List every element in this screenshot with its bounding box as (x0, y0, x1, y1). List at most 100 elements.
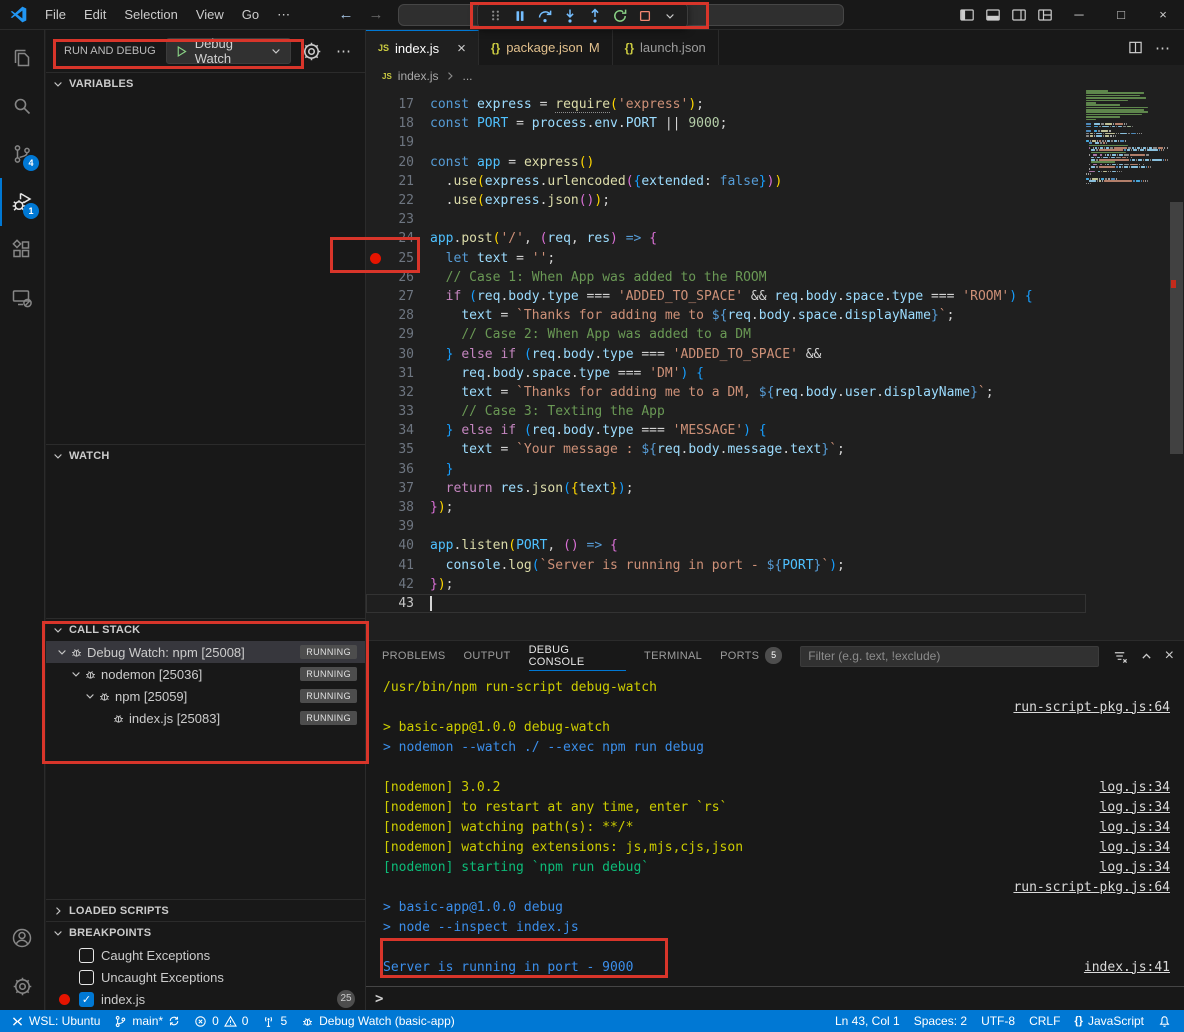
debug-session-indicator[interactable]: Debug Watch (basic-app) (294, 1010, 462, 1032)
call-stack-row[interactable]: index.js [25083]RUNNING (46, 707, 365, 729)
accounts-button[interactable] (0, 914, 44, 962)
language-mode[interactable]: {}JavaScript (1067, 1010, 1151, 1032)
breakpoint-row[interactable]: Caught Exceptions (46, 944, 365, 966)
minimap[interactable] (1086, 90, 1168, 187)
step-into-button[interactable] (561, 7, 579, 25)
clear-console-icon[interactable] (1113, 649, 1128, 664)
breakpoint-checkbox[interactable] (79, 948, 94, 963)
console-filter-input[interactable] (800, 646, 1098, 667)
call-stack-row[interactable]: Debug Watch: npm [25008]RUNNING (46, 641, 365, 663)
panel-tab-terminal[interactable]: TERMINAL (644, 641, 702, 671)
variables-header[interactable]: VARIABLES (46, 73, 365, 95)
breakpoint-dot[interactable] (370, 253, 381, 264)
toggle-primary-sidebar-icon[interactable] (954, 0, 980, 30)
split-editor-icon[interactable] (1128, 40, 1143, 55)
launch-config-dropdown[interactable]: Debug Watch (166, 38, 291, 64)
step-over-button[interactable] (536, 7, 554, 25)
nav-back-button[interactable]: ← (334, 0, 358, 29)
tab-package.json[interactable]: {}package.jsonM (479, 30, 613, 65)
breakpoint-row[interactable]: Uncaught Exceptions (46, 966, 365, 988)
maximize-panel-icon[interactable] (1140, 650, 1153, 663)
menu-selection[interactable]: Selection (115, 0, 186, 30)
indentation-setting[interactable]: Spaces: 2 (907, 1010, 974, 1032)
tab-launch.json[interactable]: {}launch.json (613, 30, 719, 65)
close-panel-icon[interactable]: × (1165, 648, 1174, 664)
code-line: 25 let text = ''; (366, 249, 1086, 268)
toggle-panel-icon[interactable] (980, 0, 1006, 30)
breadcrumb-symbol[interactable]: ... (462, 69, 472, 83)
panel-tab-problems[interactable]: PROBLEMS (382, 641, 446, 671)
sidebar-more-actions-icon[interactable]: ⋯ (332, 42, 355, 60)
toggle-secondary-sidebar-icon[interactable] (1006, 0, 1032, 30)
breadcrumb-file[interactable]: index.js (398, 69, 439, 83)
step-out-button[interactable] (586, 7, 604, 25)
code-text: console.log(`Server is running in port -… (414, 558, 845, 573)
drag-handle-icon[interactable] (486, 7, 504, 25)
call-stack-header[interactable]: CALL STACK (46, 619, 365, 641)
activity-explorer[interactable] (0, 34, 44, 82)
console-source-link[interactable]: log.js:34 (1100, 820, 1180, 835)
menu-file[interactable]: File (36, 0, 75, 30)
manage-button[interactable] (0, 962, 44, 1010)
breakpoint-checkbox[interactable]: ✓ (79, 992, 94, 1007)
code-text: const app = express() (414, 155, 594, 170)
start-debugging-icon[interactable] (175, 45, 188, 58)
loaded-scripts-header[interactable]: LOADED SCRIPTS (46, 900, 365, 921)
menu-[interactable]: ⋯ (268, 0, 299, 30)
encoding-setting[interactable]: UTF-8 (974, 1010, 1022, 1032)
debug-console-input[interactable]: > (366, 986, 1184, 1010)
restart-button[interactable] (611, 7, 629, 25)
console-source-link[interactable]: run-script-pkg.js:64 (1013, 700, 1180, 715)
eol-setting[interactable]: CRLF (1022, 1010, 1067, 1032)
menu-go[interactable]: Go (233, 0, 268, 30)
call-stack-row[interactable]: nodemon [25036]RUNNING (46, 663, 365, 685)
breakpoints-header[interactable]: BREAKPOINTS (46, 922, 365, 944)
editor-more-actions-icon[interactable]: ⋯ (1155, 39, 1170, 57)
notifications-bell[interactable] (1151, 1010, 1178, 1032)
panel-tab-ports[interactable]: PORTS5 (720, 641, 782, 671)
console-source-link[interactable]: index.js:41 (1084, 960, 1180, 975)
menu-edit[interactable]: Edit (75, 0, 115, 30)
code-text: // Case 1: When App was added to the ROO… (414, 270, 767, 285)
activity-extensions[interactable] (0, 226, 44, 274)
minimize-button[interactable]: ─ (1058, 0, 1100, 30)
breadcrumb[interactable]: JS index.js ... (366, 65, 1184, 87)
console-source-link[interactable]: log.js:34 (1100, 800, 1180, 815)
debug-console-output[interactable]: /usr/bin/npm run-script debug-watchrun-s… (366, 671, 1180, 986)
sidebar-title: RUN AND DEBUG (64, 45, 156, 57)
tab-index.js[interactable]: JSindex.js× (366, 30, 479, 65)
cursor-position[interactable]: Ln 43, Col 1 (828, 1010, 907, 1032)
remote-indicator[interactable]: WSL: Ubuntu (4, 1010, 107, 1032)
call-stack-row[interactable]: npm [25059]RUNNING (46, 685, 365, 707)
panel-tab-output[interactable]: OUTPUT (464, 641, 511, 671)
activity-source-control[interactable]: 4 (0, 130, 44, 178)
activity-remote-explorer[interactable] (0, 274, 44, 322)
customize-layout-icon[interactable] (1032, 0, 1058, 30)
breakpoint-checkbox[interactable] (79, 970, 94, 985)
debug-toolbar-chevron-icon[interactable] (661, 7, 679, 25)
close-icon[interactable]: × (457, 41, 466, 56)
debug-configure-gear-icon[interactable] (301, 41, 322, 62)
activity-run-and-debug[interactable]: 1 (0, 178, 44, 226)
watch-header[interactable]: WATCH (46, 445, 365, 467)
code-editor[interactable]: 17const express = require('express');18c… (366, 87, 1086, 640)
panel-tab-debug-console[interactable]: DEBUG CONSOLE (529, 641, 626, 671)
editor-scrollbar[interactable] (1170, 202, 1183, 454)
breakpoint-row[interactable]: ✓index.js25 (46, 988, 365, 1010)
activity-search[interactable] (0, 82, 44, 130)
console-source-link[interactable]: log.js:34 (1100, 840, 1180, 855)
console-source-link[interactable]: log.js:34 (1100, 860, 1180, 875)
git-branch-indicator[interactable]: main* (107, 1010, 187, 1032)
nav-forward-button[interactable]: → (364, 0, 388, 29)
menu-view[interactable]: View (187, 0, 233, 30)
problems-indicator[interactable]: 00 (187, 1010, 255, 1032)
forwarded-ports-indicator[interactable]: 5 (255, 1010, 294, 1032)
console-line (383, 757, 1180, 777)
console-source-link[interactable]: log.js:34 (1100, 780, 1180, 795)
close-button[interactable]: × (1142, 0, 1184, 30)
console-source-link[interactable]: run-script-pkg.js:64 (1013, 880, 1180, 895)
breakpoint-gutter[interactable] (366, 253, 384, 264)
stop-button[interactable] (636, 7, 654, 25)
pause-button[interactable] (511, 7, 529, 25)
maximize-button[interactable]: □ (1100, 0, 1142, 30)
